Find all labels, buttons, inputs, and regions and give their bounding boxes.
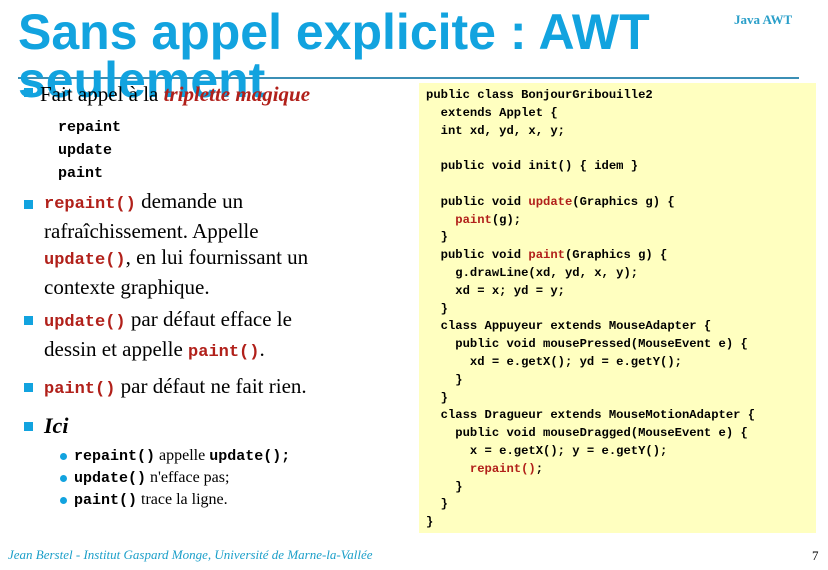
code-line: public void mouseDragged(MouseEvent e) { — [426, 426, 748, 441]
bullet-icon — [24, 200, 33, 209]
code-highlight: repaint() — [469, 461, 536, 476]
page-number: 7 — [812, 548, 819, 563]
code-line: public void mousePressed(MouseEvent e) { — [426, 337, 748, 352]
bullet-3-text: update() par défaut efface le dessin et … — [44, 306, 292, 366]
sub-item-text: n'efface pas; — [146, 469, 230, 486]
bullet-2-line4: contexte graphique. — [44, 275, 210, 299]
bullet-1-emphasis: triplette magique — [163, 82, 311, 106]
sub-bullet-icon — [60, 453, 67, 460]
bullet-2-line3: , en lui fournissant un — [125, 245, 309, 269]
code-line: xd = e.getX(); yd = e.getY(); — [426, 354, 682, 369]
code-line: } — [426, 479, 463, 494]
sub-item: repaint() appelle update(); — [74, 445, 290, 468]
bullet-icon — [24, 316, 33, 325]
code-highlight: paint — [455, 212, 492, 227]
method-item: paint — [58, 165, 104, 182]
code-line: paint(g); — [455, 212, 522, 227]
code-line: x = e.getX(); y = e.getY(); — [426, 443, 668, 458]
code-highlight: paint — [528, 248, 565, 263]
code-line: class Appuyeur extends MouseAdapter { — [426, 319, 712, 334]
method-list: repaint update paint — [58, 116, 121, 185]
code-line: public void paint(Graphics g) { — [426, 248, 668, 263]
bullet-3-period: . — [259, 337, 265, 361]
bullet-3-line2: dessin et appelle — [44, 337, 189, 361]
code-line: extends Applet { — [426, 105, 558, 120]
code-line: int xd, yd, x, y; — [426, 123, 565, 138]
code-line: } — [426, 497, 448, 512]
code-line: g.drawLine(xd, yd, x, y); — [426, 265, 639, 280]
footer-credit: Jean Berstel - Institut Gaspard Monge, U… — [8, 547, 373, 562]
bullet-4-code: paint() — [44, 380, 116, 399]
code-line: public void init() { idem } — [426, 159, 639, 174]
bullet-2-code2: update() — [44, 251, 126, 270]
bullet-2-line1: demande un — [135, 189, 244, 213]
code-line: class Dragueur extends MouseMotionAdapte… — [426, 408, 756, 423]
sub-item-code: update() — [74, 470, 147, 487]
bullet-5-label: Ici — [44, 413, 69, 438]
sub-item-code2: update(); — [209, 448, 291, 465]
code-line: repaint(); — [469, 461, 544, 476]
code-line: } — [426, 515, 434, 530]
code-line: public void update(Graphics g) { — [426, 194, 675, 209]
bullet-3-line1: par défaut efface le — [125, 307, 292, 331]
sub-item-text: appelle — [155, 447, 210, 464]
sub-item: paint() trace la ligne. — [74, 489, 228, 512]
bullet-4-line1: par défaut ne fait rien. — [115, 374, 307, 398]
code-line: } — [426, 390, 448, 405]
header-tag: Java AWT — [734, 12, 793, 27]
bullet-3-code: update() — [44, 313, 126, 332]
method-item: update — [58, 142, 113, 159]
sub-item-code: paint() — [74, 492, 138, 509]
bullet-1-text: Fait appel à la triplette magique — [40, 81, 310, 107]
bullet-2-text: repaint() demande un rafraîchissement. A… — [44, 188, 308, 300]
code-line: } — [426, 301, 448, 316]
method-item: repaint — [58, 119, 122, 136]
bullet-1-prefix: Fait appel à la — [40, 82, 164, 106]
sub-bullet-icon — [60, 497, 67, 504]
bullet-3-code2: paint() — [188, 343, 260, 362]
code-line: } — [426, 230, 448, 245]
sub-item-text: trace la ligne. — [137, 491, 228, 508]
code-highlight: update — [528, 194, 573, 209]
bullet-2-line2: rafraîchissement. Appelle — [44, 219, 259, 243]
code-line: } — [426, 372, 463, 387]
bullet-icon — [24, 422, 33, 431]
sub-item-code: repaint() — [74, 448, 156, 465]
bullet-4-text: paint() par défaut ne fait rien. — [44, 373, 307, 403]
sub-item: update() n'efface pas; — [74, 467, 229, 490]
bullet-2-code: repaint() — [44, 195, 136, 214]
bullet-icon — [24, 383, 33, 392]
code-listing: public class BonjourGribouille2 extends … — [426, 87, 755, 532]
code-line: xd = x; yd = y; — [426, 283, 565, 298]
sub-bullet-icon — [60, 475, 67, 482]
